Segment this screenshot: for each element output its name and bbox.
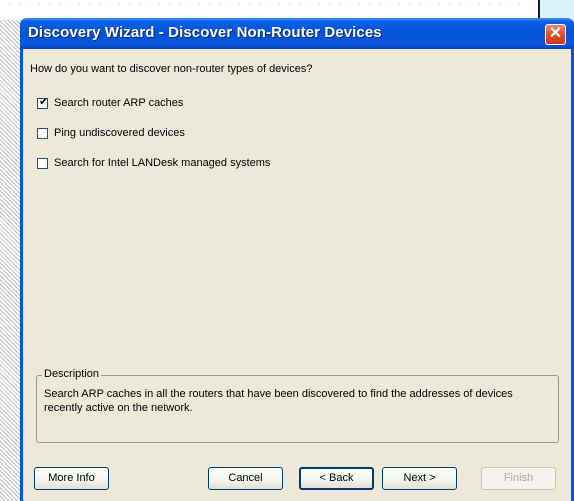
description-text: Search ARP caches in all the routers tha… bbox=[44, 388, 513, 414]
checkbox-label: Search for Intel LANDesk managed systems bbox=[54, 157, 271, 169]
checkbox-ping-undiscovered[interactable]: Ping undiscovered devices bbox=[37, 125, 185, 141]
checkmark-icon: ✔ bbox=[39, 95, 49, 108]
description-legend: Description bbox=[42, 368, 102, 380]
description-group: Description Search ARP caches in all the… bbox=[36, 368, 559, 443]
more-info-button[interactable]: More Info bbox=[34, 467, 109, 490]
question-label: How do you want to discover non-router t… bbox=[30, 63, 313, 75]
dialog-body: How do you want to discover non-router t… bbox=[23, 49, 571, 501]
discovery-wizard-dialog: Discovery Wizard - Discover Non-Router D… bbox=[20, 18, 574, 501]
checkbox-box[interactable] bbox=[37, 127, 48, 139]
cancel-button[interactable]: Cancel bbox=[208, 467, 283, 490]
desktop-left-strip bbox=[0, 20, 20, 501]
checkbox-label: Search router ARP caches bbox=[54, 97, 184, 109]
checkbox-box[interactable]: ✔ bbox=[37, 95, 49, 109]
next-button[interactable]: Next > bbox=[382, 467, 457, 490]
finish-button[interactable]: Finish bbox=[481, 467, 556, 490]
close-button[interactable]: ✕ bbox=[545, 24, 566, 45]
checkbox-intel-landesk[interactable]: Search for Intel LANDesk managed systems bbox=[37, 155, 270, 171]
desktop-top-strip bbox=[0, 0, 574, 20]
window-title: Discovery Wizard - Discover Non-Router D… bbox=[28, 24, 382, 41]
back-button[interactable]: < Back bbox=[299, 467, 374, 490]
checkbox-search-arp-caches[interactable]: ✔ Search router ARP caches bbox=[37, 95, 183, 111]
title-bar[interactable]: Discovery Wizard - Discover Non-Router D… bbox=[20, 18, 574, 49]
background-window bbox=[540, 0, 574, 20]
close-icon: ✕ bbox=[548, 25, 563, 42]
checkbox-box[interactable] bbox=[37, 157, 48, 169]
checkbox-label: Ping undiscovered devices bbox=[54, 127, 185, 139]
